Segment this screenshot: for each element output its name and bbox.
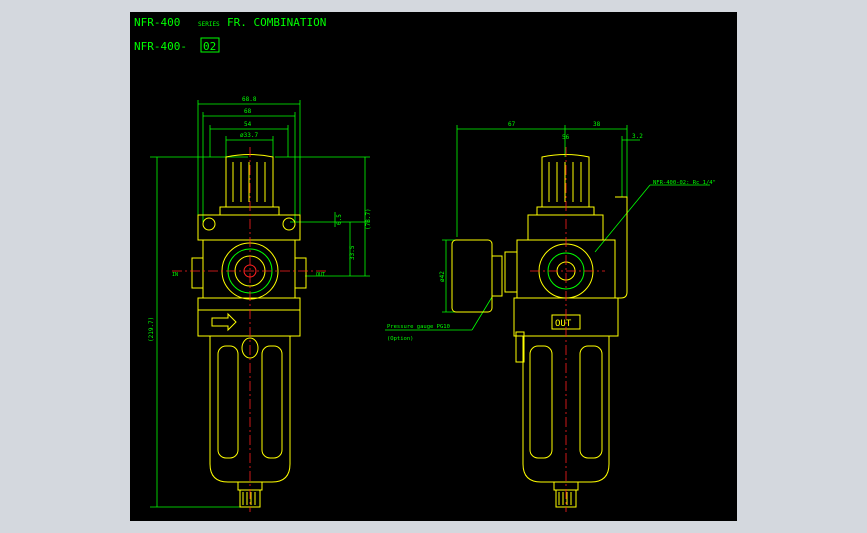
dim-side-small: 3.2 <box>632 133 643 140</box>
front-center-lines <box>172 147 328 512</box>
front-dimensions <box>150 100 370 508</box>
option-label: (Option) <box>387 336 414 342</box>
title-name: FR. COMBINATION <box>227 16 326 29</box>
in-mark: IN <box>172 272 178 278</box>
dim-top-1: 68.8 <box>242 96 257 103</box>
dim-height-total: (219.7) <box>148 317 155 342</box>
drawing-canvas: NFR-400 SERIES FR. COMBINATION NFR-400- … <box>134 16 716 512</box>
side-gauge <box>451 239 493 313</box>
dim-top-2: 68 <box>244 108 252 115</box>
front-dimension-text: 68.8 68 54 ø33.7 (219.7) (78.7) 33.5 6.5 <box>148 96 372 342</box>
dim-side-mid: 56 <box>562 134 570 141</box>
title-series: SERIES <box>198 21 220 28</box>
dim-top-4: ø33.7 <box>240 132 258 139</box>
front-screw-left <box>202 217 216 231</box>
side-view: 67 56 38 3.2 ø42 NFR-400-02: Rc 1/4" Pre… <box>385 121 716 512</box>
side-dimension-text: 67 56 38 3.2 ø42 NFR-400-02: Rc 1/4" Pre… <box>387 121 716 342</box>
port-label: NFR-400-02: Rc 1/4" <box>653 180 716 186</box>
dim-side-right: 38 <box>593 121 601 128</box>
front-body <box>191 154 307 508</box>
flow-arrow-icon <box>211 312 237 332</box>
dim-top-3: 54 <box>244 121 252 128</box>
out-mark: OUT <box>316 272 325 278</box>
dim-height-mid: 33.5 <box>349 245 356 260</box>
dim-height-upper: (78.7) <box>365 208 372 230</box>
dim-gauge-dia: ø42 <box>439 271 446 282</box>
dim-height-small: 6.5 <box>336 214 343 225</box>
drawing-title: NFR-400 SERIES FR. COMBINATION NFR-400- … <box>134 16 326 53</box>
part-code: 02 <box>203 40 216 53</box>
title-model: NFR-400 <box>134 16 180 29</box>
gauge-label: Pressure gauge PG10 <box>387 324 450 330</box>
front-screw-right <box>282 217 296 231</box>
cad-viewport[interactable]: NFR-400 SERIES FR. COMBINATION NFR-400- … <box>130 12 737 521</box>
dim-side-left: 67 <box>508 121 516 128</box>
part-prefix: NFR-400- <box>134 40 187 53</box>
side-body <box>451 154 628 508</box>
out-badge-text: OUT <box>555 319 572 329</box>
front-view: 68.8 68 54 ø33.7 (219.7) (78.7) 33.5 6.5 <box>148 96 372 512</box>
